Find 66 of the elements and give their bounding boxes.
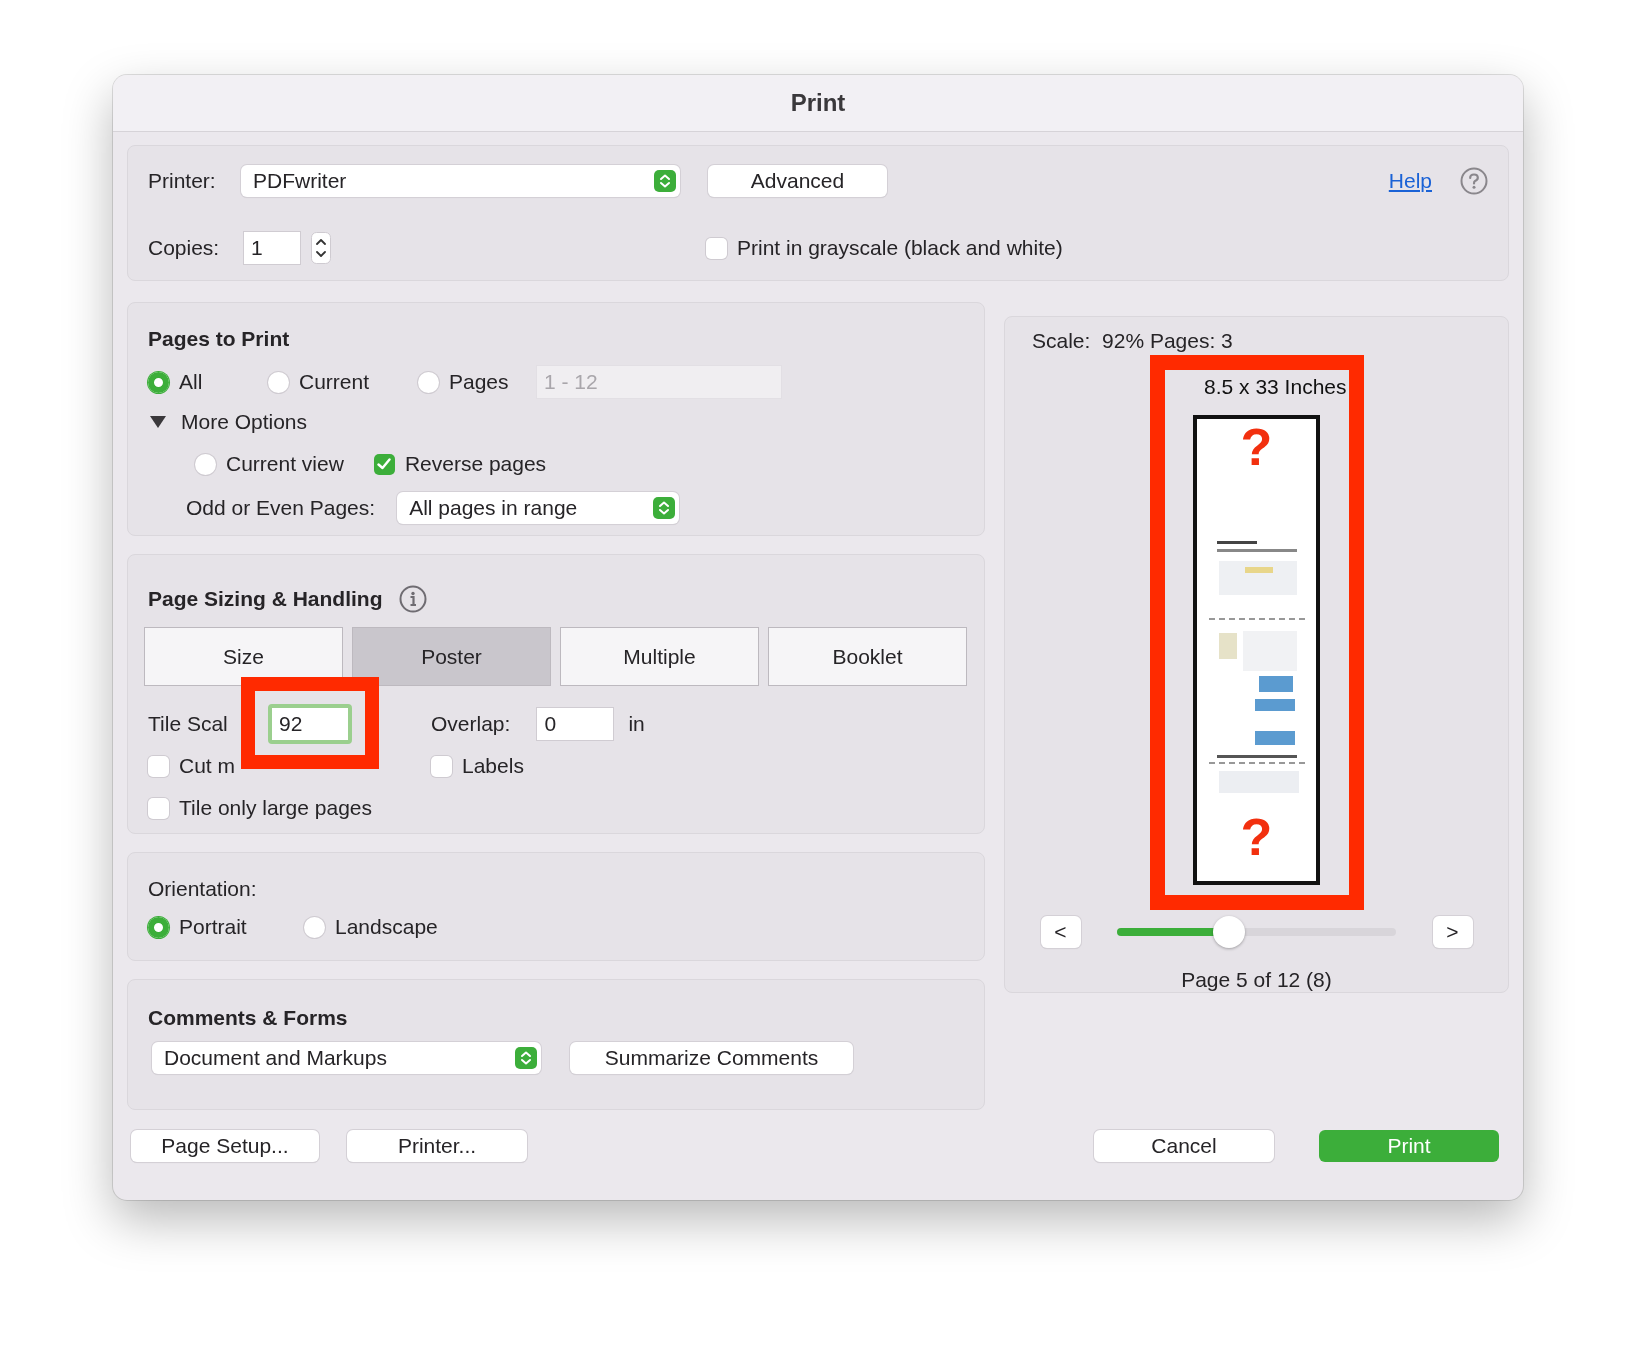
chevrons-icon	[515, 1047, 537, 1069]
printer-dropdown[interactable]: PDFwriter	[241, 165, 680, 197]
advanced-button[interactable]: Advanced	[708, 165, 887, 197]
copies-field[interactable]: 1	[243, 231, 301, 265]
info-icon[interactable]	[398, 585, 427, 613]
unit-label: in	[628, 712, 645, 736]
slider-thumb[interactable]	[1213, 916, 1246, 948]
stepper-icon[interactable]	[311, 232, 331, 264]
help-icon[interactable]	[1460, 167, 1488, 195]
overlap-field[interactable]: 0	[536, 707, 615, 741]
radio-button[interactable]	[418, 371, 439, 393]
radio-button[interactable]	[148, 916, 169, 938]
question-mark: ?	[1240, 419, 1273, 475]
comments-dropdown[interactable]: Document and Markups	[152, 1042, 541, 1074]
tab[interactable]: Poster	[352, 627, 551, 686]
disclosure-triangle-icon[interactable]	[150, 416, 166, 428]
footer-button[interactable]: Printer...	[347, 1130, 527, 1162]
tab[interactable]: Booklet	[768, 627, 967, 686]
section-title: Orientation:	[148, 877, 258, 902]
checkbox-label: Reverse pages	[404, 452, 547, 476]
tab[interactable]: Size	[144, 627, 343, 686]
checkbox[interactable]	[148, 755, 169, 777]
tile-scale-label: Tile Scal	[148, 712, 229, 736]
radio-button[interactable]	[195, 453, 216, 475]
odd-even-label: Odd or Even Pages:	[186, 496, 376, 520]
section-title: Comments & Forms	[148, 1006, 349, 1030]
scale-text: Scale: 92% Pages: 3	[1032, 329, 1233, 353]
radio-label: Pages	[449, 370, 509, 394]
question-mark: ?	[1240, 809, 1273, 865]
summarize-comments-button[interactable]: Summarize Comments	[570, 1042, 853, 1074]
odd-even-dropdown[interactable]: All pages in range	[397, 492, 680, 524]
overlap-label: Overlap:	[431, 712, 511, 736]
checkbox-label: Print in grayscale (black and white)	[737, 236, 1063, 260]
chevrons-icon	[654, 170, 676, 192]
checkbox[interactable]	[148, 797, 169, 819]
checkbox-label: Tile only large pages	[179, 796, 372, 820]
footer-button[interactable]: Page Setup...	[131, 1130, 319, 1162]
previous-page-button[interactable]: <	[1040, 916, 1081, 948]
checkbox[interactable]	[431, 755, 452, 777]
checkbox[interactable]	[373, 453, 395, 475]
checkbox[interactable]	[706, 237, 727, 259]
window-title: Print	[113, 75, 1523, 132]
radio-label: Landscape	[335, 915, 438, 939]
paper-size-text: 8.5 x 33 Inches	[1204, 375, 1347, 399]
footer-button[interactable]: Cancel	[1094, 1130, 1274, 1162]
radio-label: Portrait	[179, 915, 247, 939]
next-page-button[interactable]: >	[1432, 916, 1473, 948]
radio-label: Current	[299, 370, 370, 394]
help-link[interactable]: Help	[1388, 169, 1432, 193]
checkmark-icon	[377, 458, 392, 470]
tab[interactable]: Multiple	[560, 627, 759, 686]
radio-button[interactable]	[304, 916, 325, 938]
section-title: Pages to Print	[148, 327, 291, 351]
checkbox-label: Cut m	[179, 754, 235, 778]
copies-label: Copies:	[148, 236, 221, 260]
more-options-label: More Options	[181, 410, 308, 434]
checkbox-label: Labels	[462, 754, 524, 778]
radio-button[interactable]	[268, 371, 289, 393]
tile-scale-field[interactable]: 92	[268, 704, 352, 744]
radio-button[interactable]	[148, 371, 169, 393]
printer-label: Printer:	[148, 169, 217, 193]
chevrons-icon	[653, 497, 676, 519]
radio-label: Current view	[226, 452, 344, 476]
page-number-text: Page 5 of 12 (8)	[1181, 968, 1332, 992]
radio-label: All	[179, 370, 203, 394]
section-title: Page Sizing & Handling	[148, 587, 383, 611]
